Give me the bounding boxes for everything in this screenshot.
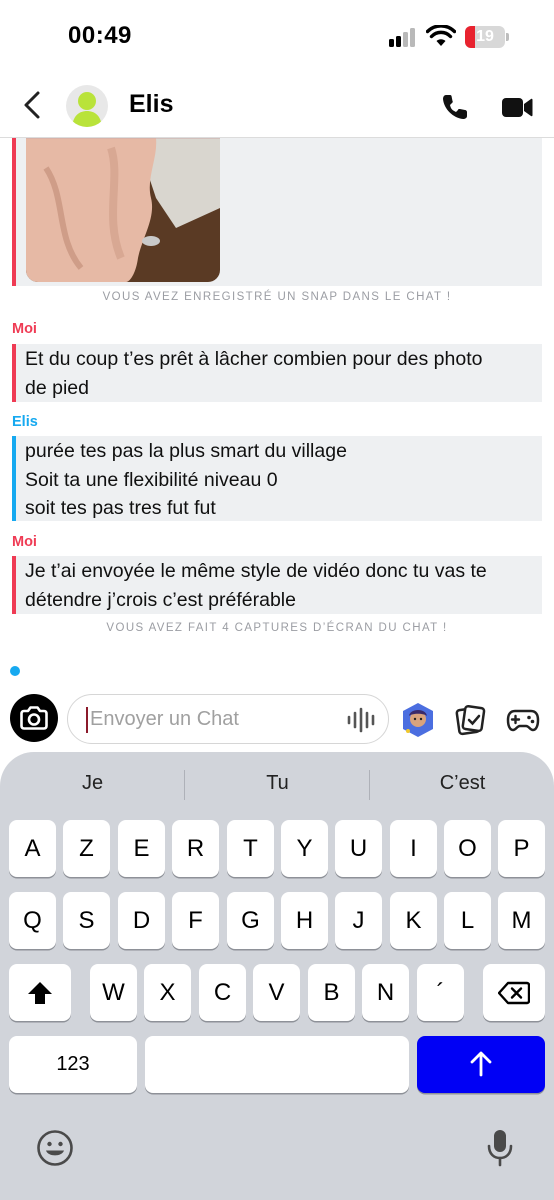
message-line: purée tes pas la plus smart du village [25,440,347,462]
voice-note-icon[interactable] [346,707,378,733]
game-controller-icon[interactable] [506,706,540,734]
key-w[interactable]: W [90,964,137,1021]
suggestion-tu[interactable]: Tu [185,772,370,795]
message-sender: Elis [12,414,38,430]
back-chevron-icon[interactable] [18,88,48,122]
key-acute[interactable]: ´ [417,964,464,1021]
key-q[interactable]: Q [9,892,56,949]
chat-header: Elis [0,72,554,138]
text-cursor [86,707,88,733]
shift-icon [28,982,52,1004]
backspace-key[interactable] [483,964,545,1021]
key-h[interactable]: H [281,892,328,949]
return-arrow-icon [470,1051,492,1077]
chat-composer: Envoyer un Chat [0,686,554,752]
key-z[interactable]: Z [63,820,110,877]
message-line: Et du coup t’es prêt à lâcher combien po… [25,348,483,370]
snap-photo[interactable] [26,138,220,282]
key-c[interactable]: C [199,964,246,1021]
avatar-icon [72,92,102,127]
contact-name[interactable]: Elis [129,90,173,119]
key-y[interactable]: Y [281,820,328,877]
space-key[interactable] [145,1036,409,1093]
key-e[interactable]: E [118,820,165,877]
message-bubble[interactable]: Je t’ai envoyée le même style de vidéo d… [12,556,542,614]
cellular-signal-icon [389,27,419,47]
presence-dot [10,666,20,676]
key-i[interactable]: I [390,820,437,877]
screenshot-notice: VOUS AVEZ FAIT 4 CAPTURES D’ÉCRAN DU CHA… [106,622,448,634]
status-time: 00:49 [68,22,132,49]
sticker-icon[interactable] [454,704,486,736]
key-o[interactable]: O [444,820,491,877]
phone-icon[interactable] [440,92,470,122]
message-bubble[interactable]: purée tes pas la plus smart du village S… [12,436,542,521]
numbers-key[interactable]: 123 [9,1036,137,1093]
camera-icon [20,706,48,730]
send-key[interactable] [417,1036,545,1093]
keyboard: Je Tu C’est A Z E R T Y U I O P Q S D F … [0,752,554,1200]
key-d[interactable]: D [118,892,165,949]
key-s[interactable]: S [63,892,110,949]
backspace-icon [498,981,530,1005]
message-bubble[interactable]: Et du coup t’es prêt à lâcher combien po… [12,344,542,402]
key-g[interactable]: G [227,892,274,949]
message-line: Soit ta une flexibilité niveau 0 [25,468,278,491]
snap-image [26,138,220,282]
chat-input[interactable]: Envoyer un Chat [67,694,389,744]
key-u[interactable]: U [335,820,382,877]
key-t[interactable]: T [227,820,274,877]
key-a[interactable]: A [9,820,56,877]
saved-snap-message [12,138,542,286]
key-b[interactable]: B [308,964,355,1021]
chat-messages: VOUS AVEZ ENREGISTRÉ UN SNAP DANS LE CHA… [0,138,554,686]
wifi-icon [426,25,456,46]
message-line: de pied [25,376,89,399]
bitmoji-icon[interactable] [400,702,436,738]
key-x[interactable]: X [144,964,191,1021]
key-p[interactable]: P [498,820,545,877]
key-k[interactable]: K [390,892,437,949]
snap-saved-notice: VOUS AVEZ ENREGISTRÉ UN SNAP DANS LE CHA… [102,291,452,303]
avatar[interactable] [66,85,108,127]
battery-percentage: 19 [476,28,494,45]
suggestion-je[interactable]: Je [0,772,185,795]
suggestion-cest[interactable]: C’est [370,772,554,795]
key-l[interactable]: L [444,892,491,949]
message-sender: Moi [12,534,37,550]
emoji-icon[interactable] [36,1129,74,1167]
battery-indicator: 19 [465,26,509,48]
key-n[interactable]: N [362,964,409,1021]
shift-key[interactable] [9,964,71,1021]
message-sender: Moi [12,321,37,337]
key-f[interactable]: F [172,892,219,949]
chat-input-placeholder: Envoyer un Chat [90,708,239,730]
key-j[interactable]: J [335,892,382,949]
status-bar: 00:49 19 [0,0,554,72]
key-m[interactable]: M [498,892,545,949]
microphone-icon[interactable] [485,1128,515,1168]
message-line: soit tes pas tres fut fut [25,497,216,519]
message-line: détendre j’crois c’est préférable [25,588,296,611]
camera-button[interactable] [10,694,58,742]
key-v[interactable]: V [253,964,300,1021]
video-camera-icon[interactable] [500,92,534,122]
message-line: Je t’ai envoyée le même style de vidéo d… [25,560,487,582]
key-r[interactable]: R [172,820,219,877]
